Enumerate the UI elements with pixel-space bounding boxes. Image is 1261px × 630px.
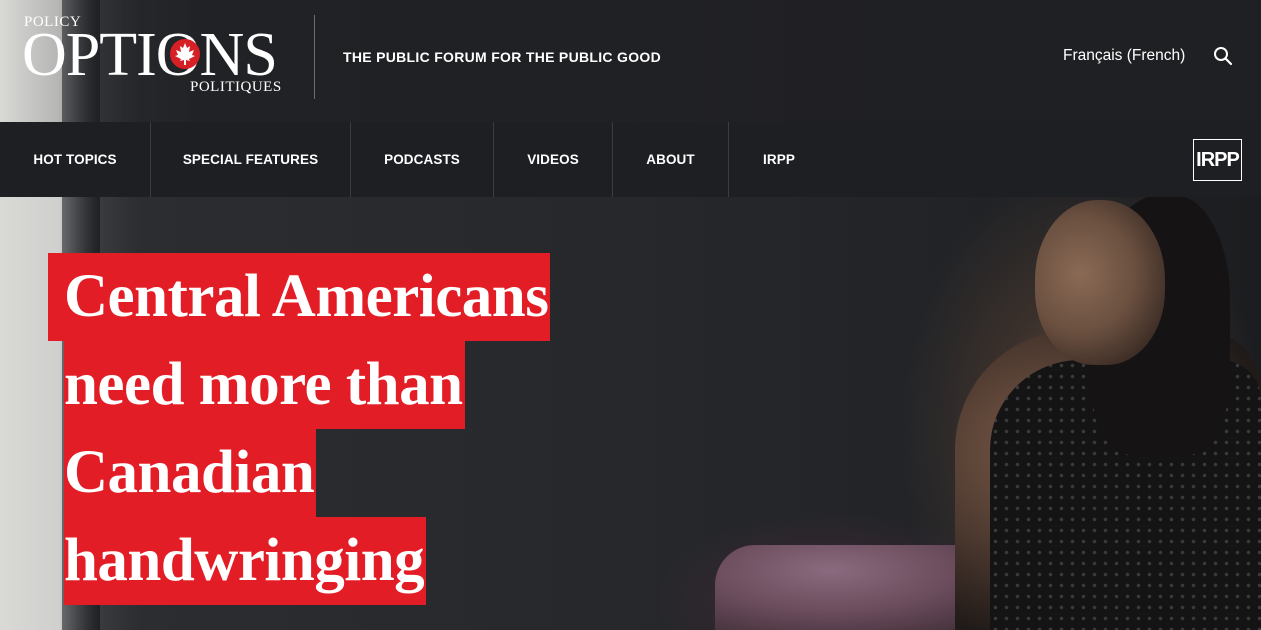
- maple-leaf-icon: [170, 39, 200, 69]
- nav-item-hot-topics[interactable]: HOT TOPICS: [0, 122, 151, 197]
- nav-item-about[interactable]: ABOUT: [613, 122, 729, 197]
- header-divider: [314, 15, 315, 99]
- article-headline[interactable]: Central Americans need more than Canadia…: [48, 253, 668, 605]
- nav-item-videos[interactable]: VIDEOS: [494, 122, 613, 197]
- main-nav: HOT TOPICS SPECIAL FEATURES PODCASTS VID…: [0, 122, 1261, 197]
- site-header: POLICY OPTIONS POLITIQUES THE PUBLIC FOR…: [0, 0, 1261, 122]
- headline-line: need more than: [64, 341, 465, 429]
- search-icon[interactable]: [1212, 45, 1234, 67]
- logo-options-text: OPTIONS: [22, 21, 278, 89]
- site-tagline: THE PUBLIC FORUM FOR THE PUBLIC GOOD: [343, 49, 662, 65]
- nav-item-special-features[interactable]: SPECIAL FEATURES: [151, 122, 351, 197]
- headline-line: Central Americans: [48, 253, 551, 341]
- headline-line: handwringing: [64, 517, 427, 605]
- figure-head: [1035, 200, 1165, 365]
- site-logo[interactable]: POLICY OPTIONS POLITIQUES: [22, 12, 292, 100]
- irpp-logo[interactable]: IRPP: [1193, 139, 1242, 181]
- language-toggle-link[interactable]: Français (French): [1063, 47, 1185, 65]
- logo-politiques-text: POLITIQUES: [190, 79, 282, 95]
- nav-item-podcasts[interactable]: PODCASTS: [351, 122, 494, 197]
- headline-line: Canadian: [64, 429, 317, 517]
- nav-item-irpp[interactable]: IRPP: [729, 122, 829, 197]
